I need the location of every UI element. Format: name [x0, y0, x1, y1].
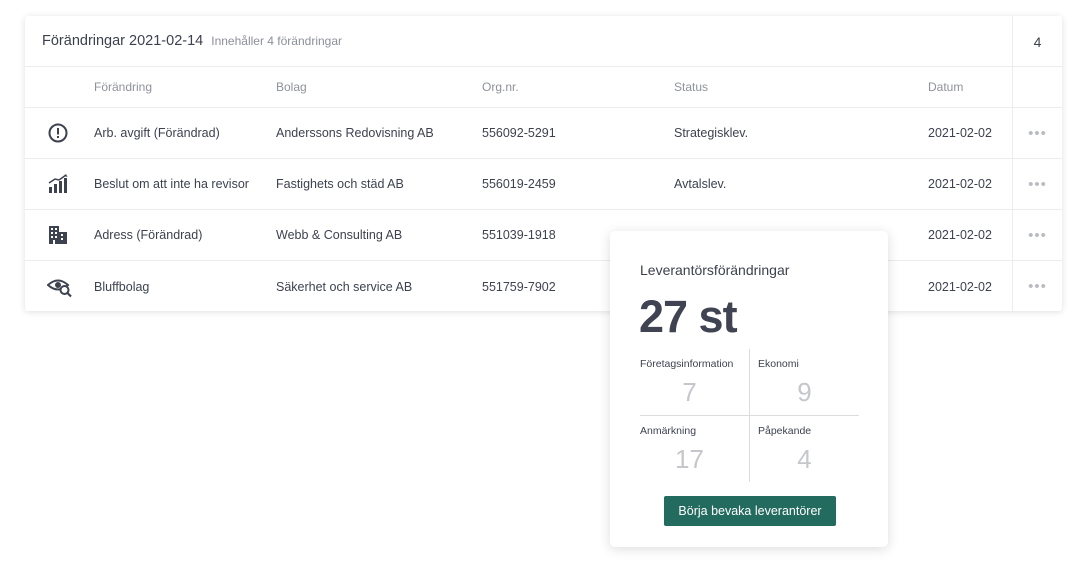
- table-header: Förändring Bolag Org.nr. Status Datum: [25, 67, 1062, 108]
- stat-label: Anmärkning: [640, 425, 697, 437]
- row-date: 2021-02-02: [928, 279, 992, 294]
- alert-circle-icon: [47, 122, 71, 144]
- column-header-status[interactable]: Status: [674, 80, 708, 94]
- row-org: 551759-7902: [482, 279, 556, 294]
- stat-notice: Påpekande 4: [758, 416, 867, 482]
- table-row[interactable]: Bluffbolag Säkerhet och service AB 55175…: [25, 261, 1062, 312]
- row-change: Beslut om att inte ha revisor: [94, 177, 249, 191]
- supplier-changes-popup: Leverantörsförändringar 27 st Företagsin…: [610, 231, 888, 547]
- row-org: 556019-2459: [482, 177, 556, 191]
- row-more-button[interactable]: •••: [1012, 159, 1062, 209]
- stat-value: 9: [797, 377, 812, 407]
- row-date: 2021-02-02: [928, 228, 992, 242]
- row-more-button[interactable]: •••: [1012, 108, 1062, 158]
- row-org: 556092-5291: [482, 126, 556, 140]
- start-monitoring-button[interactable]: Börja bevaka leverantörer: [664, 496, 836, 526]
- row-status: Strategisklev.: [674, 126, 749, 140]
- stat-label: Påpekande: [758, 425, 812, 437]
- stat-economy: Ekonomi 9: [758, 349, 867, 415]
- table-row[interactable]: Arb. avgift (Förändrad) Anderssons Redov…: [25, 108, 1062, 159]
- row-more-button[interactable]: •••: [1012, 210, 1062, 260]
- column-header-change[interactable]: Förändring: [94, 80, 152, 94]
- row-company: Fastighets och städ AB: [276, 177, 404, 191]
- card-title: Förändringar 2021-02-14 Innehåller 4 för…: [42, 33, 342, 49]
- row-change: Adress (Förändrad): [94, 228, 203, 242]
- row-date: 2021-02-02: [928, 126, 992, 140]
- changes-card: Förändringar 2021-02-14 Innehåller 4 för…: [25, 16, 1062, 312]
- stat-remark: Anmärkning 17: [640, 416, 749, 482]
- table-row[interactable]: Beslut om att inte ha revisor Fastighets…: [25, 159, 1062, 210]
- row-company: Anderssons Redovisning AB: [276, 126, 434, 140]
- growth-chart-icon: [47, 173, 71, 195]
- table-row[interactable]: Adress (Förändrad) Webb & Consulting AB …: [25, 210, 1062, 261]
- column-header-org[interactable]: Org.nr.: [482, 80, 519, 94]
- column-header-company[interactable]: Bolag: [276, 80, 307, 94]
- stats-grid: Företagsinformation 7 Ekonomi 9 Anmärkni…: [640, 349, 859, 482]
- stat-value: 17: [675, 444, 704, 474]
- card-subtitle: Innehåller 4 förändringar: [211, 34, 343, 48]
- row-more-button[interactable]: •••: [1012, 261, 1062, 312]
- stat-company-info: Företagsinformation 7: [640, 349, 749, 415]
- buildings-icon: [47, 224, 71, 246]
- card-title-text: Förändringar 2021-02-14: [42, 33, 204, 49]
- changes-count: 4: [1012, 16, 1062, 67]
- popup-title: Leverantörsförändringar: [640, 262, 790, 278]
- row-company: Webb & Consulting AB: [276, 228, 403, 242]
- row-date: 2021-02-02: [928, 177, 992, 191]
- column-header-date[interactable]: Datum: [928, 80, 963, 94]
- eye-search-icon: [47, 276, 72, 298]
- row-company: Säkerhet och service AB: [276, 279, 413, 294]
- stat-value: 7: [682, 377, 697, 407]
- stat-value: 4: [797, 444, 812, 474]
- popup-total: 27 st: [639, 291, 738, 342]
- stat-label: Ekonomi: [758, 358, 799, 370]
- card-header: Förändringar 2021-02-14 Innehåller 4 för…: [25, 16, 1062, 67]
- row-change: Bluffbolag: [94, 279, 150, 294]
- row-status: Avtalslev.: [674, 177, 727, 191]
- header-actions-cell: [1012, 67, 1062, 107]
- row-change: Arb. avgift (Förändrad): [94, 126, 220, 140]
- stat-label: Företagsinformation: [640, 358, 734, 370]
- row-org: 551039-1918: [482, 228, 556, 242]
